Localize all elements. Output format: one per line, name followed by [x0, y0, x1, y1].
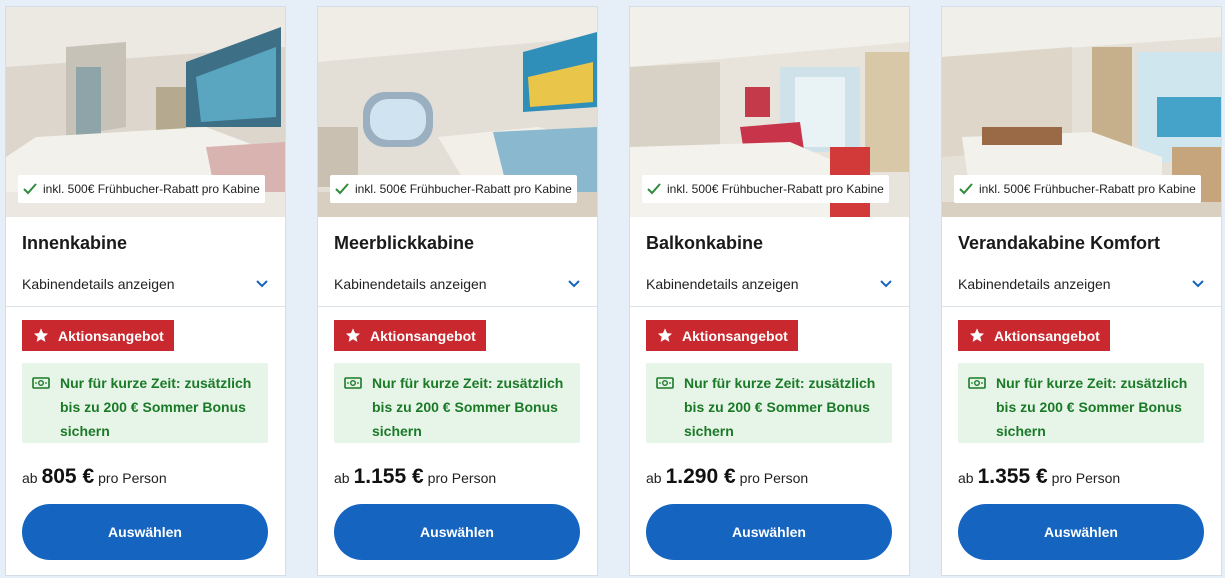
cabin-card: inkl. 500€ Frühbucher-Rabatt pro Kabine … — [317, 6, 598, 576]
bonus-text: Nur für kurze Zeit: zusätzlich bis zu 20… — [60, 375, 252, 439]
promo-badge: Aktionsangebot — [958, 320, 1110, 351]
discount-badge-text: inkl. 500€ Frühbucher-Rabatt pro Kabine — [667, 182, 884, 196]
divider — [6, 306, 285, 307]
promo-label: Aktionsangebot — [370, 327, 476, 344]
price-suffix: pro Person — [1051, 470, 1121, 486]
bonus-text: Nur für kurze Zeit: zusätzlich bis zu 20… — [996, 375, 1188, 439]
cabin-title: Balkonkabine — [646, 233, 764, 253]
price-suffix: pro Person — [98, 470, 167, 486]
star-icon — [657, 328, 673, 342]
chevron-down-icon — [880, 280, 892, 288]
cabin-details-label: Kabinendetails anzeigen — [958, 276, 1111, 292]
price-suffix: pro Person — [427, 470, 497, 486]
chevron-down-icon — [568, 280, 580, 288]
cabin-title: Meerblickkabine — [334, 233, 475, 253]
bonus-banner: Nur für kurze Zeit: zusätzlich bis zu 20… — [334, 363, 580, 443]
price-amount: 805 € — [41, 465, 95, 488]
discount-badge: inkl. 500€ Frühbucher-Rabatt pro Kabine — [18, 175, 265, 203]
check-icon — [23, 183, 37, 195]
bonus-banner: Nur für kurze Zeit: zusätzlich bis zu 20… — [646, 363, 892, 443]
cabin-card: inkl. 500€ Frühbucher-Rabatt pro Kabine … — [941, 6, 1222, 576]
check-icon — [335, 183, 349, 195]
chevron-down-icon — [1192, 280, 1204, 288]
discount-badge: inkl. 500€ Frühbucher-Rabatt pro Kabine — [642, 175, 889, 203]
cabin-details-toggle[interactable]: Kabinendetails anzeigen — [646, 273, 893, 295]
price-line: ab 1.355 € pro Person — [958, 465, 1120, 489]
promo-badge: Aktionsangebot — [334, 320, 486, 351]
check-icon — [647, 183, 661, 195]
bonus-banner: Nur für kurze Zeit: zusätzlich bis zu 20… — [958, 363, 1204, 443]
cabin-card: inkl. 500€ Frühbucher-Rabatt pro Kabine … — [5, 6, 286, 576]
select-button[interactable]: Auswählen — [334, 504, 580, 560]
price-suffix: pro Person — [739, 470, 809, 486]
cabin-details-toggle[interactable]: Kabinendetails anzeigen — [958, 273, 1205, 295]
price-amount: 1.155 € — [353, 465, 424, 488]
cabin-details-toggle[interactable]: Kabinendetails anzeigen — [334, 273, 581, 295]
discount-badge-text: inkl. 500€ Frühbucher-Rabatt pro Kabine — [355, 182, 572, 196]
price-line: ab 805 € pro Person — [22, 465, 167, 489]
promo-badge: Aktionsangebot — [22, 320, 174, 351]
price-prefix: ab — [22, 470, 38, 486]
cabin-title: Verandakabine Komfort — [958, 233, 1161, 253]
divider — [318, 306, 597, 307]
money-icon — [968, 377, 986, 389]
divider — [630, 306, 909, 307]
promo-badge: Aktionsangebot — [646, 320, 798, 351]
discount-badge: inkl. 500€ Frühbucher-Rabatt pro Kabine — [330, 175, 577, 203]
money-icon — [32, 377, 50, 389]
cabin-details-label: Kabinendetails anzeigen — [334, 276, 487, 292]
cabin-details-toggle[interactable]: Kabinendetails anzeigen — [22, 273, 269, 295]
money-icon — [344, 377, 362, 389]
cabin-details-label: Kabinendetails anzeigen — [646, 276, 799, 292]
promo-label: Aktionsangebot — [994, 327, 1100, 344]
discount-badge-text: inkl. 500€ Frühbucher-Rabatt pro Kabine — [43, 182, 260, 196]
cabin-title: Innenkabine — [22, 233, 128, 253]
select-button[interactable]: Auswählen — [646, 504, 892, 560]
bonus-text: Nur für kurze Zeit: zusätzlich bis zu 20… — [372, 375, 564, 439]
check-icon — [959, 183, 973, 195]
price-prefix: ab — [646, 470, 662, 486]
star-icon — [969, 328, 985, 342]
cabin-card: inkl. 500€ Frühbucher-Rabatt pro Kabine … — [629, 6, 910, 576]
select-button[interactable]: Auswählen — [958, 504, 1204, 560]
discount-badge-text: inkl. 500€ Frühbucher-Rabatt pro Kabine — [979, 182, 1196, 196]
star-icon — [33, 328, 49, 342]
price-prefix: ab — [958, 470, 974, 486]
select-button[interactable]: Auswählen — [22, 504, 268, 560]
star-icon — [345, 328, 361, 342]
promo-label: Aktionsangebot — [58, 327, 164, 344]
price-prefix: ab — [334, 470, 350, 486]
price-line: ab 1.290 € pro Person — [646, 465, 808, 489]
bonus-banner: Nur für kurze Zeit: zusätzlich bis zu 20… — [22, 363, 268, 443]
chevron-down-icon — [256, 280, 268, 288]
bonus-text: Nur für kurze Zeit: zusätzlich bis zu 20… — [684, 375, 876, 439]
cabin-details-label: Kabinendetails anzeigen — [22, 276, 175, 292]
discount-badge: inkl. 500€ Frühbucher-Rabatt pro Kabine — [954, 175, 1201, 203]
price-amount: 1.290 € — [665, 465, 736, 488]
promo-label: Aktionsangebot — [682, 327, 788, 344]
price-amount: 1.355 € — [977, 465, 1048, 488]
price-line: ab 1.155 € pro Person — [334, 465, 496, 489]
divider — [942, 306, 1221, 307]
money-icon — [656, 377, 674, 389]
